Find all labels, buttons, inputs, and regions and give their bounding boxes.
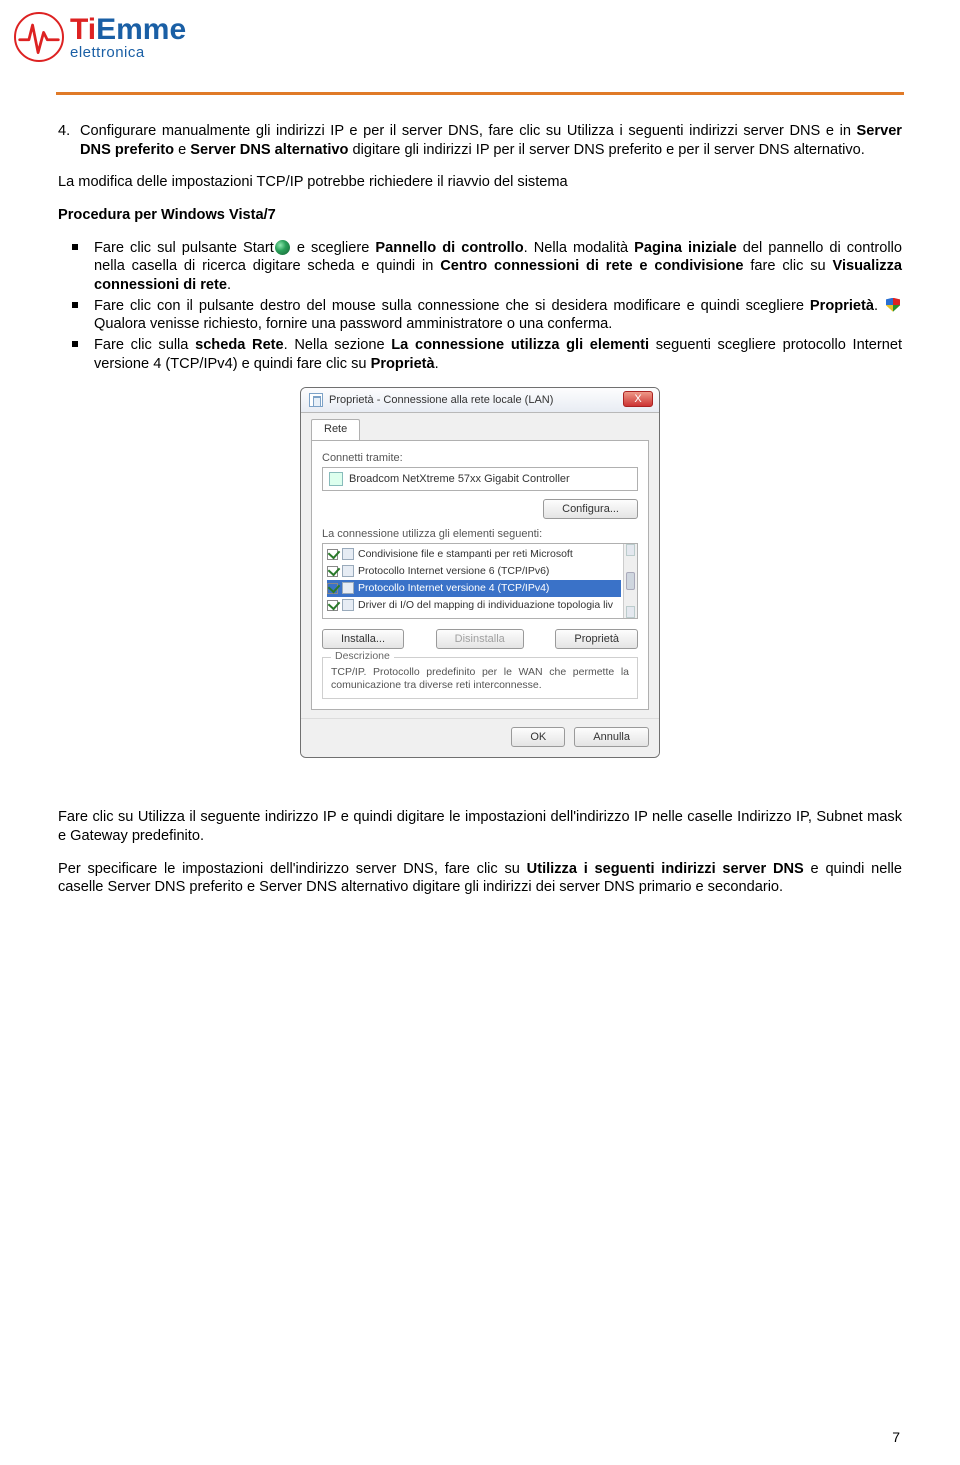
list-item[interactable]: Protocollo Internet versione 6 (TCP/IPv6… [327, 563, 621, 580]
scroll-down-icon[interactable] [626, 606, 635, 618]
description-text: TCP/IP. Protocollo predefinito per le WA… [331, 666, 629, 692]
dialog-screenshot: Proprietà - Connessione alla rete locale… [58, 387, 902, 758]
checkbox-icon[interactable] [327, 600, 338, 611]
proc-step-1: Fare clic sul pulsante Start e scegliere… [80, 239, 902, 295]
scroll-thumb[interactable] [626, 572, 635, 590]
page-content: 4. Configurare manualmente gli indirizzi… [0, 100, 960, 941]
start-orb-icon [275, 240, 290, 255]
footer-paragraph-2: Per specificare le impostazioni dell'ind… [58, 860, 902, 897]
list-item[interactable]: Driver di I/O del mapping di individuazi… [327, 597, 621, 614]
dialog-tabs: Rete [301, 413, 659, 439]
checkbox-icon[interactable] [327, 566, 338, 577]
dialog-body: Connetti tramite: Broadcom NetXtreme 57x… [311, 440, 649, 711]
step-4: 4. Configurare manualmente gli indirizzi… [80, 122, 902, 159]
brand-logo: TiEmme elettronica [14, 12, 186, 62]
logo-text: TiEmme elettronica [70, 15, 186, 60]
ok-button[interactable]: OK [511, 727, 565, 747]
components-list[interactable]: Condivisione file e stampanti per reti M… [322, 543, 638, 619]
install-button[interactable]: Installa... [322, 629, 404, 649]
logo-icon [14, 12, 64, 62]
dialog-title: Proprietà - Connessione alla rete locale… [329, 393, 553, 407]
header-divider [56, 92, 904, 95]
component-icon [342, 565, 354, 577]
description-label: Descrizione [331, 650, 394, 663]
page-number: 7 [892, 1429, 900, 1445]
component-icon [342, 582, 354, 594]
procedure-heading: Procedura per Windows Vista/7 [58, 206, 902, 225]
page-header: TiEmme elettronica [0, 0, 960, 100]
checkbox-icon[interactable] [327, 549, 338, 560]
description-group: Descrizione TCP/IP. Protocollo predefini… [322, 657, 638, 699]
component-icon [342, 548, 354, 560]
close-button[interactable]: X [623, 391, 653, 407]
list-item[interactable]: Condivisione file e stampanti per reti M… [327, 546, 621, 563]
step-number: 4. [58, 122, 70, 141]
procedure-steps: Fare clic sul pulsante Start e scegliere… [80, 239, 902, 374]
connect-via-label: Connetti tramite: [322, 451, 638, 465]
list-item-selected[interactable]: Protocollo Internet versione 4 (TCP/IPv4… [327, 580, 621, 597]
component-icon [342, 599, 354, 611]
properties-dialog: Proprietà - Connessione alla rete locale… [300, 387, 660, 758]
configure-button[interactable]: Configura... [543, 499, 638, 519]
tab-rete[interactable]: Rete [311, 419, 360, 439]
adapter-field: Broadcom NetXtreme 57xx Gigabit Controll… [322, 467, 638, 491]
adapter-icon [329, 472, 343, 486]
dialog-titlebar: Proprietà - Connessione alla rete locale… [301, 388, 659, 413]
uac-shield-icon [886, 298, 900, 312]
cancel-button[interactable]: Annulla [574, 727, 649, 747]
proc-step-2: Fare clic con il pulsante destro del mou… [80, 297, 902, 334]
restart-note: La modifica delle impostazioni TCP/IP po… [58, 173, 902, 192]
footer-paragraph-1: Fare clic su Utilizza il seguente indiri… [58, 808, 902, 845]
dialog-icon [309, 393, 323, 407]
scroll-up-icon[interactable] [626, 544, 635, 556]
uninstall-button[interactable]: Disinstalla [436, 629, 524, 649]
scrollbar[interactable] [623, 544, 637, 618]
properties-button[interactable]: Proprietà [555, 629, 638, 649]
dialog-footer: OK Annulla [301, 718, 659, 757]
checkbox-icon[interactable] [327, 583, 338, 594]
adapter-name: Broadcom NetXtreme 57xx Gigabit Controll… [349, 472, 570, 486]
proc-step-3: Fare clic sulla scheda Rete. Nella sezio… [80, 336, 902, 373]
step-4-list: 4. Configurare manualmente gli indirizzi… [80, 122, 902, 159]
uses-label: La connessione utilizza gli elementi seg… [322, 527, 638, 541]
